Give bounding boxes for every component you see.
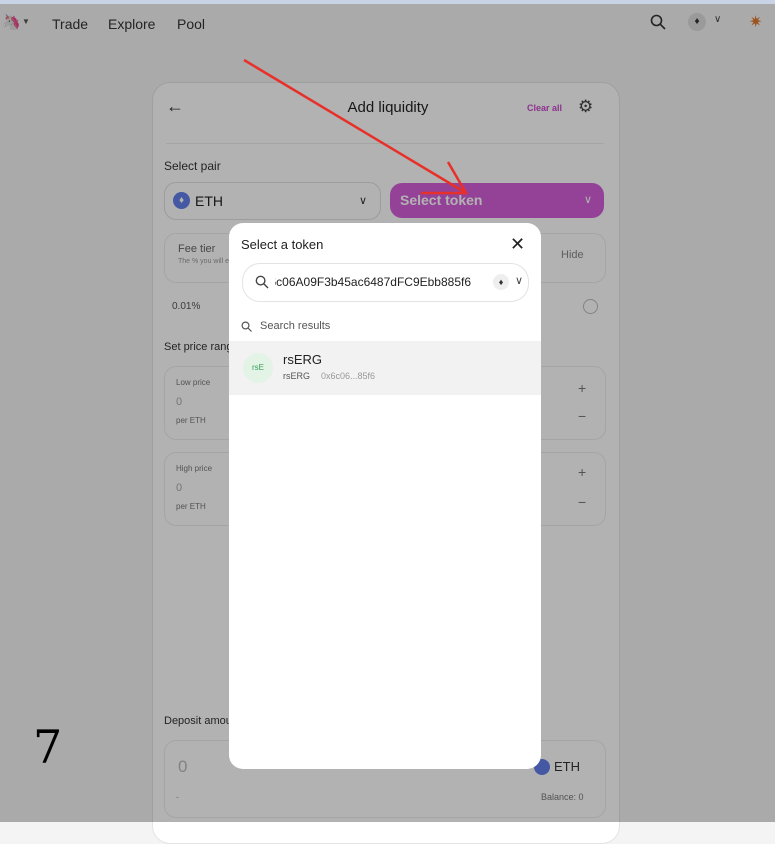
token-avatar: rsE [243, 353, 273, 383]
search-icon [255, 275, 269, 289]
token-search-box[interactable]: ♦ ∨ [242, 263, 529, 302]
token-result-row[interactable]: rsE rsERG rsERG 0x6c06...85f6 [229, 341, 541, 395]
chevron-down-icon[interactable]: ∨ [515, 274, 523, 287]
ethereum-icon[interactable]: ♦ [493, 274, 509, 290]
select-token-modal: Select a token ✕ ♦ ∨ Search results rsE … [229, 223, 541, 769]
close-icon[interactable]: ✕ [510, 234, 525, 255]
modal-title: Select a token [241, 237, 324, 252]
token-search-input[interactable] [275, 270, 471, 294]
search-icon [241, 321, 252, 332]
search-results-label: Search results [260, 320, 331, 332]
token-address: 0x6c06...85f6 [321, 371, 376, 381]
step-number: 7 [33, 720, 63, 774]
token-name: rsERG [283, 352, 322, 367]
token-symbol: rsERG [283, 371, 310, 381]
